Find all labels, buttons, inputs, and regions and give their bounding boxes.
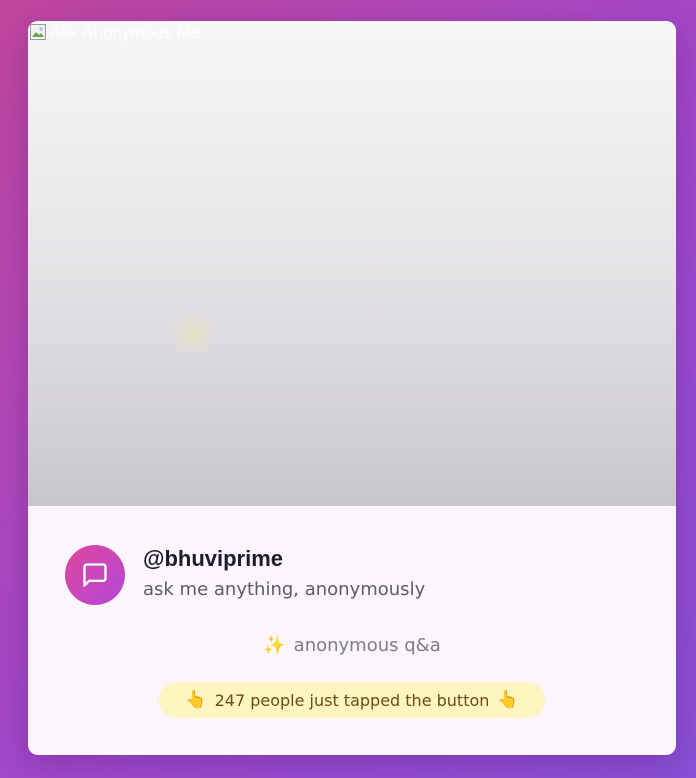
avatar [65,545,125,605]
broken-image-icon [30,24,46,40]
social-proof-text: 247 people just tapped the button [214,690,490,710]
profile-card: Ask Anonymous Me @bhuviprime ask me anyt… [28,21,676,755]
social-proof-badge: 👆 247 people just tapped the button 👆 [159,682,545,718]
tagline: ask me anything, anonymously [143,579,426,600]
hero-image: Ask Anonymous Me [28,21,676,506]
category-label: ✨ anonymous q&a [28,634,676,658]
pointing-up-icon: 👆 [185,690,207,710]
message-square-icon [83,563,107,587]
profile-text: @bhuviprime ask me anything, anonymously [143,546,426,602]
category-text: anonymous q&a [293,635,441,656]
hero-glow [168,313,218,353]
image-alt-text: Ask Anonymous Me [50,23,201,42]
profile-row: @bhuviprime ask me anything, anonymously [65,545,425,605]
sparkle-icon: ✨ [263,635,286,656]
username: @bhuviprime [143,546,284,571]
pointing-up-icon: 👆 [497,690,519,710]
broken-image-placeholder: Ask Anonymous Me [30,24,200,42]
